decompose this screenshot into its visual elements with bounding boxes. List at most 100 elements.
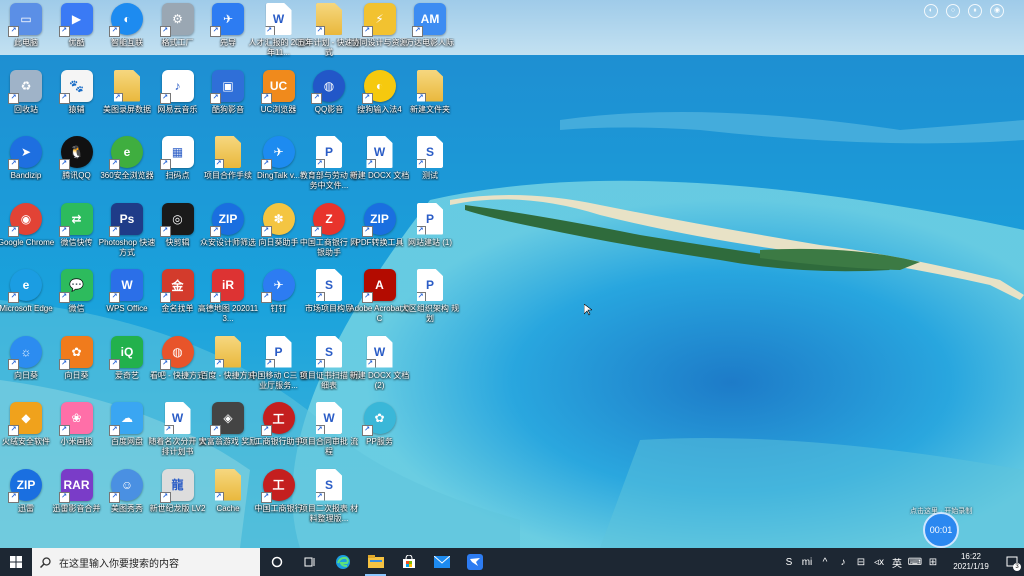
taskbar-dingtalk[interactable] <box>458 548 491 576</box>
shortcut-arrow-icon: ↗ <box>311 92 322 104</box>
desktop-icon-glyph: P <box>425 278 434 292</box>
desktop-icon-glyph: ♻ <box>20 78 32 93</box>
desktop-icon-glyph: ◆ <box>21 411 31 425</box>
shortcut-arrow-icon: ↗ <box>210 425 221 436</box>
leaf-icon[interactable]: ◐ <box>924 4 938 18</box>
desktop-icon-label: 测试 <box>422 171 438 180</box>
desktop-icon-glyph: ➤ <box>20 145 32 159</box>
input-language-indicator[interactable]: 英 <box>888 555 906 570</box>
microphone-icon[interactable]: ♪ <box>834 557 852 568</box>
desktop-icon-label: 项目二次报表 材料整理版... <box>299 503 359 523</box>
taskbar-clock[interactable]: 16:22 2021/1/19 <box>942 552 1000 572</box>
desktop-icon[interactable]: W ↗ 新建 DOCX 文档 (2) <box>348 335 412 400</box>
task-view-button[interactable] <box>293 548 326 576</box>
music-icon: ♪ ↗ <box>159 69 194 104</box>
weibo-icon[interactable]: ◉ <box>990 4 1004 18</box>
icbc-icon: 工 ↗ <box>260 468 295 503</box>
shortcut-arrow-icon: ↗ <box>260 292 272 303</box>
desktop-icon-glyph: 金 <box>171 278 184 293</box>
taskbar-store[interactable] <box>392 548 425 576</box>
desktop-icon-label: 万达电影人际 <box>406 38 454 47</box>
word-doc-icon: W ↗ <box>164 402 191 434</box>
format-factory-icon: ⚙ ↗ <box>159 3 194 37</box>
shortcut-arrow-icon: ↗ <box>58 92 70 104</box>
pause-icon[interactable]: ⏸ <box>968 4 982 18</box>
shortcut-arrow-icon: ↗ <box>210 92 221 104</box>
refresh-icon[interactable]: ○ <box>946 4 960 18</box>
mascot-icon: 🐾 ↗ <box>58 69 93 104</box>
desktop-icon[interactable]: ✿ ↗ PP服务 <box>348 402 412 466</box>
desktop-icon-glyph: ♪ <box>174 78 181 93</box>
spreadsheet-icon: S ↗ <box>316 269 342 301</box>
volume-muted-icon[interactable]: ◃x <box>870 557 888 568</box>
desktop-icon[interactable]: P ↗ 大区组织架构 规划 <box>398 269 462 333</box>
game-icon: ◈ ↗ <box>210 402 244 436</box>
desktop-icon[interactable]: P ↗ 网站建站 (1) <box>398 202 462 267</box>
taskbar-edge[interactable] <box>326 548 359 576</box>
mi-tray-icon[interactable]: mi <box>798 557 816 568</box>
smart-connect-icon: ◐ ↗ <box>109 3 143 37</box>
shortcut-arrow-icon: ↗ <box>109 225 120 237</box>
keyboard-icon[interactable]: ⌨ <box>906 557 924 568</box>
desktop-icon-glyph: W <box>121 278 133 292</box>
chevron-up-icon[interactable]: ^ <box>816 557 834 568</box>
shortcut-arrow-icon: ↗ <box>215 491 224 501</box>
shortcut-arrow-icon: ↗ <box>417 92 426 102</box>
pdf-icon: P ↗ <box>316 136 342 168</box>
desktop-icon-label: 大区组织架构 规划 <box>400 304 460 323</box>
mi-wallpaper-icon: ❀ ↗ <box>58 402 93 436</box>
taskbar-file-explorer[interactable] <box>359 548 392 576</box>
taskbar-mail[interactable] <box>425 548 458 576</box>
desktop-icon-grid: ▭ ↗ 此电脑 ♻ ↗ 回收站 ➤ ↗ Bandizip ◉ ↗ Google Chrome e ↗ Mic… <box>0 0 480 548</box>
desktop-icon-label: 网站建站 (1) <box>408 237 452 247</box>
shortcut-arrow-icon: ↗ <box>58 491 70 503</box>
this-pc-icon: ▭ ↗ <box>8 3 42 37</box>
folder-icon: ↗ <box>316 3 342 35</box>
desktop-icon-glyph: P <box>324 145 333 159</box>
network-icon[interactable]: ⊟ <box>852 557 870 568</box>
desktop-icon[interactable]: S ↗ 测试 <box>398 136 462 200</box>
desktop-icon-glyph: ◈ <box>223 411 233 425</box>
desktop-icon-glyph: iR <box>222 278 234 292</box>
cortana-button[interactable] <box>260 548 293 576</box>
shortcut-arrow-icon: ↗ <box>366 358 376 368</box>
collab-icon: ⚡ ↗ <box>361 3 396 37</box>
desktop-icon-glyph: ◍ <box>172 344 183 359</box>
shortcut-arrow-icon: ↗ <box>265 26 275 35</box>
desktop-icon-glyph: ☺ <box>120 477 134 492</box>
sogou-tray-icon[interactable]: S <box>780 557 798 568</box>
desktop-icon-glyph: S <box>324 477 333 492</box>
desktop-icon-glyph: ZIP <box>218 211 238 226</box>
youku-icon: ▶ ↗ <box>58 3 93 37</box>
shortcut-arrow-icon: ↗ <box>58 225 70 237</box>
shortcut-arrow-icon: ↗ <box>109 26 120 37</box>
shortcut-arrow-icon: ↗ <box>417 292 426 301</box>
desktop-icon-glyph: ❀ <box>71 411 82 425</box>
taskbar-search-box[interactable]: 在这里输入你要搜索的内容 <box>32 548 260 576</box>
desktop-icon-glyph: AM <box>420 12 440 26</box>
meitu-icon: ☺ ↗ <box>109 468 143 503</box>
zip-icon: ZIP ↗ <box>210 202 244 237</box>
shortcut-arrow-icon: ↗ <box>316 425 325 434</box>
dingtalk-icon <box>466 554 483 570</box>
zip-icon: ZIP ↗ <box>361 202 396 237</box>
pp-service-icon: ✿ ↗ <box>361 402 396 436</box>
desktop-icon-glyph: W <box>323 411 335 425</box>
shortcut-arrow-icon: ↗ <box>109 159 120 170</box>
word-doc-icon: W ↗ <box>316 402 342 434</box>
ppt-icon: P ↗ <box>417 202 443 235</box>
desktop-icon-glyph: ✿ <box>374 411 385 425</box>
start-button[interactable] <box>0 548 32 576</box>
desktop-icon-glyph: ZIP <box>370 211 389 226</box>
chrome-icon: ◉ ↗ <box>8 202 42 237</box>
action-icon[interactable]: ⊞ <box>924 557 942 568</box>
desktop-icon-label: 新建文件夹 <box>410 104 450 114</box>
desktop-icon-glyph: ✽ <box>273 211 284 226</box>
qq-player-icon: ◍ ↗ <box>311 69 345 104</box>
recording-timer[interactable]: 00:01 <box>923 512 959 548</box>
desktop-icon-label: 新建 DOCX 文档 (2) <box>349 370 410 390</box>
notification-center-button[interactable]: 3 <box>1000 548 1024 576</box>
desktop-icon[interactable]: AM ↗ 万达电影人际 <box>398 3 462 67</box>
desktop-icon[interactable]: S ↗ 项目二次报表 材料整理版... <box>297 468 361 533</box>
desktop-icon[interactable]: ↗ 新建文件夹 <box>398 69 462 134</box>
